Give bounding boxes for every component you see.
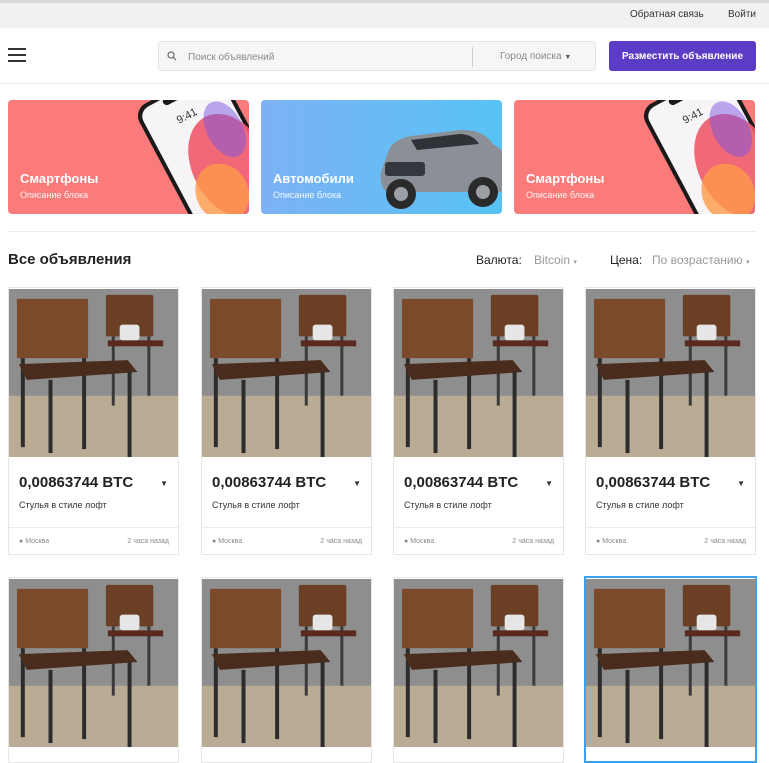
chair-photo: [9, 288, 178, 458]
banner-desc: Описание блока: [20, 190, 89, 200]
card-divider: [202, 527, 371, 528]
listing-card[interactable]: [393, 577, 564, 763]
section-title: Все объявления: [8, 251, 132, 268]
search-input[interactable]: [186, 48, 466, 66]
location-pin-icon: ●: [596, 538, 601, 545]
banner-title: Смартфоны: [526, 171, 605, 186]
card-divider: [394, 527, 563, 528]
banner-title: Смартфоны: [20, 171, 99, 186]
listing-title: Стулья в стиле лофт: [19, 500, 107, 510]
top-bar: Обратная связь Войти: [0, 3, 769, 28]
listing-title: Стулья в стиле лофт: [212, 500, 300, 510]
city-select-label: Город поиска: [500, 51, 562, 62]
listing-location: ● Москва: [596, 538, 626, 545]
location-pin-icon: ●: [19, 538, 24, 545]
listing-card[interactable]: 0,00863744 BTC ▼ Стулья в стиле лофт ● М…: [201, 287, 372, 555]
chevron-down-icon: ▾: [573, 259, 577, 266]
currency-value: Bitcoin: [534, 253, 571, 267]
listing-time: 2 часа назад: [704, 538, 746, 545]
listing-card[interactable]: 0,00863744 BTC ▼ Стулья в стиле лофт ● М…: [8, 287, 179, 555]
feedback-link[interactable]: Обратная связь: [630, 9, 704, 20]
listing-price: 0,00863744 BTC: [19, 474, 134, 491]
card-divider: [586, 527, 755, 528]
listing-time: 2 часа назад: [320, 538, 362, 545]
listing-time: 2 часа назад: [512, 538, 554, 545]
location-pin-icon: ●: [212, 538, 217, 545]
listing-location: ● Москва: [212, 538, 242, 545]
chair-photo: [394, 288, 563, 458]
header-divider: [0, 83, 769, 84]
search-bar: Город поиска ▼: [158, 41, 596, 71]
banner-desc: Описание блока: [273, 190, 342, 200]
menu-icon[interactable]: [8, 48, 26, 62]
login-link[interactable]: Войти: [728, 9, 756, 20]
chevron-down-icon[interactable]: ▼: [545, 479, 553, 488]
price-sort-value: По возрастанию: [652, 253, 743, 267]
listing-location: ● Москва: [19, 538, 49, 545]
listing-location-text: Москва: [25, 538, 50, 545]
search-icon: [167, 51, 177, 61]
banner-cars[interactable]: Автомобили Описание блока: [261, 100, 502, 214]
listing-card-selected[interactable]: [584, 576, 757, 763]
chair-photo: [202, 578, 371, 748]
currency-select[interactable]: Bitcoin ▾: [534, 253, 577, 267]
post-ad-button[interactable]: Разместить объявление: [609, 41, 756, 71]
chair-photo: [586, 288, 755, 458]
listing-location-text: Москва: [410, 538, 435, 545]
listing-card[interactable]: [8, 577, 179, 763]
banner-desc: Описание блока: [526, 190, 595, 200]
chevron-down-icon[interactable]: ▼: [353, 479, 361, 488]
price-sort-label: Цена:: [610, 253, 643, 267]
banner-title: Автомобили: [273, 171, 354, 186]
listing-price: 0,00863744 BTC: [212, 474, 327, 491]
listing-location: ● Москва: [404, 538, 434, 545]
listing-location-text: Москва: [602, 538, 627, 545]
card-divider: [9, 527, 178, 528]
listing-time: 2 часа назад: [127, 538, 169, 545]
section-divider: [8, 231, 756, 232]
chevron-down-icon[interactable]: ▼: [737, 479, 745, 488]
search-divider: [472, 47, 473, 67]
chevron-down-icon[interactable]: ▼: [160, 479, 168, 488]
listing-title: Стулья в стиле лофт: [596, 500, 684, 510]
chair-photo: [394, 578, 563, 748]
listing-card[interactable]: 0,00863744 BTC ▼ Стулья в стиле лофт ● М…: [585, 287, 756, 555]
chair-photo: [9, 578, 178, 748]
banner-smartphones-1[interactable]: 9:41 Смартфоны Описание блока: [8, 100, 249, 214]
currency-label: Валюта:: [476, 253, 522, 267]
listing-card[interactable]: 0,00863744 BTC ▼ Стулья в стиле лофт ● М…: [393, 287, 564, 555]
chair-photo: [586, 578, 755, 748]
listing-price: 0,00863744 BTC: [596, 474, 711, 491]
chevron-down-icon: ▾: [745, 259, 750, 266]
listing-title: Стулья в стиле лофт: [404, 500, 492, 510]
price-sort-select[interactable]: По возрастанию ▾: [652, 253, 750, 267]
listing-location-text: Москва: [218, 538, 243, 545]
chevron-down-icon: ▼: [564, 54, 572, 61]
chair-photo: [202, 288, 371, 458]
city-select[interactable]: Город поиска ▼: [500, 51, 571, 62]
location-pin-icon: ●: [404, 538, 409, 545]
listing-card[interactable]: [201, 577, 372, 763]
banner-smartphones-2[interactable]: 9:41 Смартфоны Описание блока: [514, 100, 755, 214]
listing-price: 0,00863744 BTC: [404, 474, 519, 491]
